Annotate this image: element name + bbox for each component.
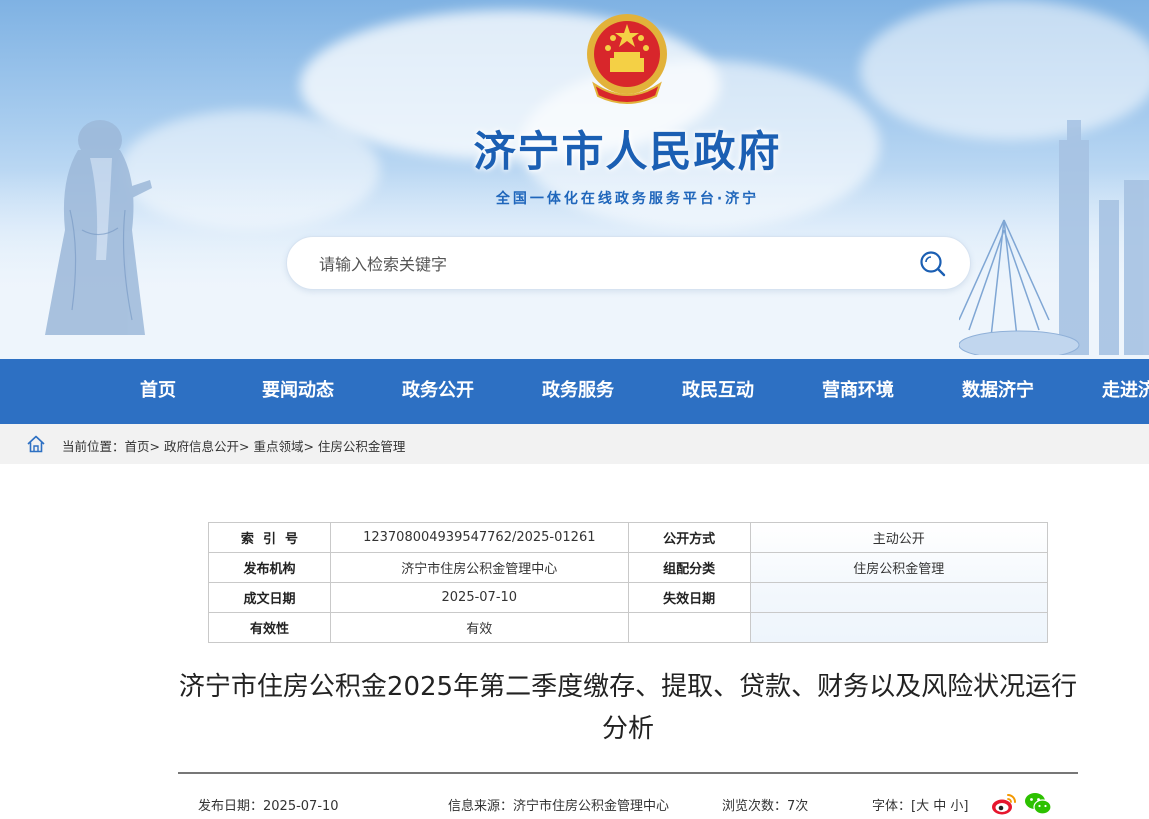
table-row: 成文日期 2025-07-10 失效日期	[208, 582, 1048, 613]
cloud-decoration	[860, 0, 1149, 140]
table-row: 有效性 有效	[208, 612, 1048, 643]
meta-label-expiry-date: 失效日期	[627, 582, 751, 613]
wechat-icon[interactable]	[1024, 791, 1052, 817]
breadcrumb: 当前位置：首页> 政府信息公开> 重点领域> 住房公积金管理	[62, 436, 405, 455]
nav-item-data[interactable]: 数据济宁	[928, 359, 1068, 424]
breadcrumb-separator: >	[149, 439, 164, 454]
breadcrumb-bar: 当前位置：首页> 政府信息公开> 重点领域> 住房公积金管理	[0, 424, 1149, 464]
meta-label-category: 组配分类	[627, 552, 751, 583]
meta-label-publisher: 发布机构	[208, 552, 331, 583]
font-size-label: 字体：	[872, 799, 912, 814]
font-bracket: ]	[963, 799, 969, 814]
breadcrumb-separator: >	[239, 439, 254, 454]
meta-value-publisher: 济宁市住房公积金管理中心	[329, 552, 629, 583]
breadcrumb-link-gov-info[interactable]: 政府信息公开	[164, 439, 239, 454]
meta-empty-cell	[627, 612, 751, 643]
info-source: 信息来源：济宁市住房公积金管理中心	[448, 795, 669, 814]
publish-date: 发布日期：2025-07-10	[198, 795, 339, 814]
meta-value-category: 住房公积金管理	[749, 552, 1048, 583]
nav-item-home[interactable]: 首页	[88, 359, 228, 424]
meta-label-index: 索 引 号	[208, 522, 331, 553]
font-size-large[interactable]: 大	[916, 799, 929, 814]
font-size-control: 字体：[大 中 小]	[872, 795, 969, 814]
nav-item-business[interactable]: 营商环境	[788, 359, 928, 424]
breadcrumb-link-key-areas[interactable]: 重点领域	[253, 439, 303, 454]
city-skyline-illustration	[959, 120, 1149, 355]
breadcrumb-link-home[interactable]: 首页	[125, 439, 150, 454]
national-emblem-icon	[587, 14, 667, 104]
view-count-value: 7次	[787, 799, 809, 814]
search-box	[286, 236, 971, 290]
header-banner: 济宁市人民政府 全国一体化在线政务服务平台·济宁	[0, 0, 1149, 359]
view-count-label: 浏览次数：	[722, 799, 788, 814]
breadcrumb-prefix: 当前位置：	[62, 439, 125, 454]
title-divider	[178, 772, 1078, 774]
breadcrumb-link-housing-fund[interactable]: 住房公积金管理	[318, 439, 406, 454]
font-size-medium[interactable]: 中	[933, 799, 946, 814]
meta-value-disclosure: 主动公开	[749, 522, 1048, 553]
meta-label-validity: 有效性	[208, 612, 331, 643]
meta-value-expiry-date	[749, 582, 1048, 613]
nav-item-about[interactable]: 走进济宁	[1068, 359, 1149, 424]
meta-empty-cell	[749, 612, 1048, 643]
weibo-icon[interactable]	[990, 791, 1018, 817]
meta-value-validity: 有效	[329, 612, 629, 643]
main-nav: 首页 要闻动态 政务公开 政务服务 政民互动 营商环境 数据济宁 走进济宁	[0, 359, 1149, 424]
document-metadata-table: 索 引 号 123708004939547762/2025-01261 公开方式…	[208, 522, 1048, 643]
font-size-small[interactable]: 小	[950, 799, 963, 814]
publish-date-label: 发布日期：	[198, 799, 264, 814]
nav-item-gov-open[interactable]: 政务公开	[368, 359, 508, 424]
search-icon[interactable]	[918, 249, 948, 279]
table-row: 发布机构 济宁市住房公积金管理中心 组配分类 住房公积金管理	[208, 552, 1048, 583]
meta-value-written-date: 2025-07-10	[329, 582, 629, 613]
info-source-value: 济宁市住房公积金管理中心	[513, 799, 670, 814]
site-title: 济宁市人民政府	[473, 127, 782, 176]
meta-value-index: 123708004939547762/2025-01261	[329, 522, 629, 553]
view-count: 浏览次数：7次	[722, 795, 808, 814]
publish-date-value: 2025-07-10	[263, 799, 339, 814]
nav-item-gov-service[interactable]: 政务服务	[508, 359, 648, 424]
nav-item-interaction[interactable]: 政民互动	[648, 359, 788, 424]
info-source-label: 信息来源：	[448, 799, 514, 814]
article-title: 济宁市住房公积金2025年第二季度缴存、提取、贷款、财务以及风险状况运行分析	[178, 672, 1078, 744]
article-info-row: 发布日期：2025-07-10 信息来源：济宁市住房公积金管理中心 浏览次数：7…	[178, 793, 1078, 815]
site-subtitle: 全国一体化在线政务服务平台·济宁	[495, 191, 760, 207]
confucius-statue-illustration	[45, 120, 152, 335]
breadcrumb-separator: >	[303, 439, 318, 454]
meta-label-written-date: 成文日期	[208, 582, 331, 613]
meta-label-disclosure: 公开方式	[627, 522, 751, 553]
home-icon[interactable]	[26, 434, 46, 454]
search-input[interactable]	[319, 249, 879, 279]
nav-item-news[interactable]: 要闻动态	[228, 359, 368, 424]
table-row: 索 引 号 123708004939547762/2025-01261 公开方式…	[208, 522, 1048, 553]
